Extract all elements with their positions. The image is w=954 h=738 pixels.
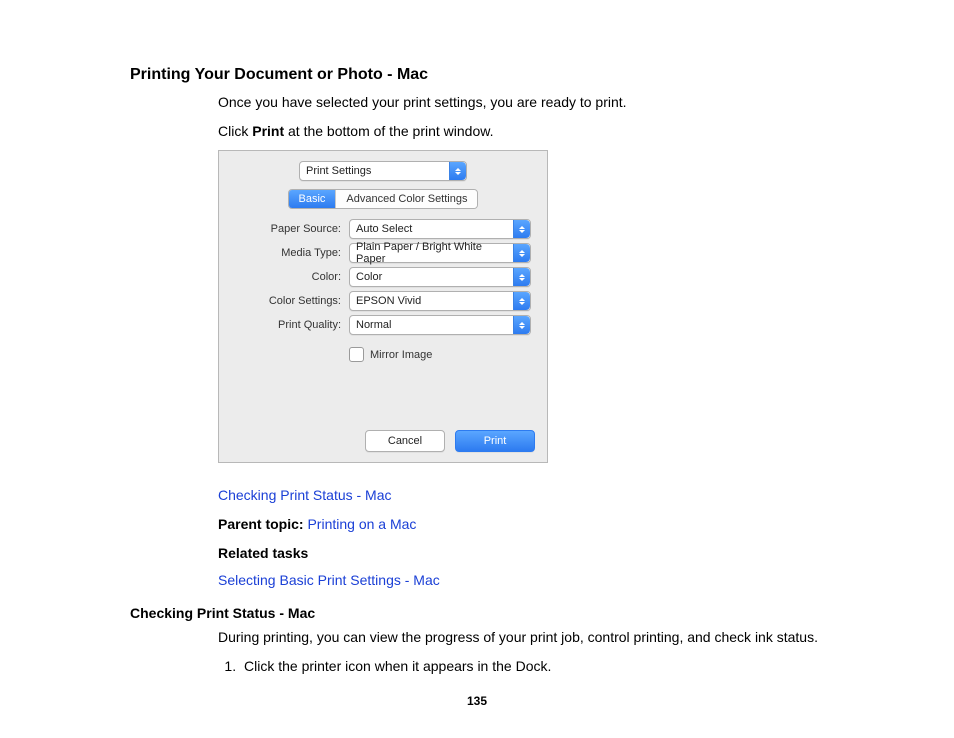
step-1: Click the printer icon when it appears i…: [240, 656, 854, 677]
mirror-image-checkbox[interactable]: [349, 347, 364, 362]
color-settings-value: EPSON Vivid: [356, 295, 421, 307]
link-checking-print-status[interactable]: Checking Print Status - Mac: [218, 487, 392, 503]
media-type-label: Media Type:: [231, 247, 341, 259]
tab-advanced-color[interactable]: Advanced Color Settings: [336, 190, 477, 208]
updown-arrows-icon: [449, 162, 466, 180]
sub-heading: Checking Print Status - Mac: [130, 605, 854, 621]
print-settings-dialog: Print Settings Basic Advanced Color Sett…: [218, 150, 548, 463]
link-parent-topic[interactable]: Printing on a Mac: [307, 516, 416, 532]
section-popup[interactable]: Print Settings: [299, 161, 467, 181]
color-settings-label: Color Settings:: [231, 295, 341, 307]
intro2-post: at the bottom of the print window.: [284, 123, 493, 139]
print-quality-popup[interactable]: Normal: [349, 315, 531, 335]
tab-bar: Basic Advanced Color Settings: [288, 189, 479, 209]
sub-intro: During printing, you can view the progre…: [218, 627, 854, 648]
link-selecting-basic-print-settings[interactable]: Selecting Basic Print Settings - Mac: [218, 572, 440, 588]
media-type-value: Plain Paper / Bright White Paper: [356, 241, 513, 265]
updown-arrows-icon: [513, 244, 530, 262]
intro-line-2: Click Print at the bottom of the print w…: [218, 121, 854, 142]
color-value: Color: [356, 271, 382, 283]
print-quality-label: Print Quality:: [231, 319, 341, 331]
intro-line-1: Once you have selected your print settin…: [218, 92, 854, 113]
color-popup[interactable]: Color: [349, 267, 531, 287]
paper-source-popup[interactable]: Auto Select: [349, 219, 531, 239]
updown-arrows-icon: [513, 292, 530, 310]
related-tasks-label: Related tasks: [218, 543, 854, 564]
updown-arrows-icon: [513, 268, 530, 286]
intro2-print-word: Print: [252, 123, 284, 139]
color-label: Color:: [231, 271, 341, 283]
color-settings-popup[interactable]: EPSON Vivid: [349, 291, 531, 311]
paper-source-value: Auto Select: [356, 223, 412, 235]
mirror-image-label: Mirror Image: [370, 349, 432, 361]
print-button[interactable]: Print: [455, 430, 535, 452]
print-quality-value: Normal: [356, 319, 391, 331]
tab-basic[interactable]: Basic: [289, 190, 337, 208]
paper-source-label: Paper Source:: [231, 223, 341, 235]
section-popup-label: Print Settings: [306, 165, 371, 177]
updown-arrows-icon: [513, 220, 530, 238]
intro2-pre: Click: [218, 123, 252, 139]
updown-arrows-icon: [513, 316, 530, 334]
parent-topic-label: Parent topic:: [218, 516, 307, 532]
page-title: Printing Your Document or Photo - Mac: [130, 66, 854, 84]
cancel-button[interactable]: Cancel: [365, 430, 445, 452]
media-type-popup[interactable]: Plain Paper / Bright White Paper: [349, 243, 531, 263]
page-number: 135: [0, 694, 954, 708]
